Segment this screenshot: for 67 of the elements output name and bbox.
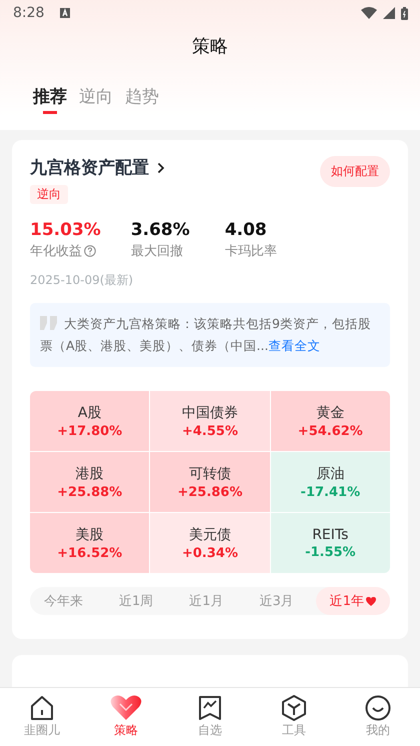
metric-label: 年化收益 — [30, 243, 82, 260]
help-icon[interactable] — [84, 245, 96, 257]
asset-change: +0.34% — [182, 546, 238, 560]
nav-item[interactable]: 自选 — [175, 695, 245, 739]
asset-cell[interactable]: 黄金 +54.62% — [270, 391, 390, 451]
smiley-icon — [365, 695, 391, 721]
asset-cell[interactable]: 原油 -17.41% — [270, 452, 390, 512]
tab[interactable]: 逆向 — [79, 80, 113, 112]
asset-name: 美元债 — [188, 526, 231, 544]
quote-icon — [40, 316, 58, 330]
strategy-title[interactable]: 九宫格资产配置 — [30, 156, 165, 179]
asset-cell[interactable]: A股 +17.80% — [30, 391, 150, 451]
period-tab[interactable]: 近1年 — [316, 587, 390, 615]
asset-change: +25.86% — [177, 484, 243, 500]
period-tab[interactable]: 近1周 — [104, 587, 168, 615]
home-icon — [29, 695, 55, 721]
how-to-allocate-button[interactable]: 如何配置 — [320, 156, 390, 187]
read-more-link[interactable]: 查看全文 — [268, 338, 320, 353]
wifi-icon — [361, 7, 377, 19]
asset-name: 美股 — [76, 526, 104, 544]
asset-change: +16.52% — [57, 546, 122, 560]
update-date: 2025-10-09(最新) — [30, 272, 134, 289]
metric-value: 15.03% — [30, 220, 101, 240]
period-tab[interactable]: 近3月 — [245, 587, 308, 615]
asset-cell[interactable]: REITs -1.55% — [270, 513, 390, 573]
asset-name: 原油 — [316, 464, 344, 482]
asset-change: +54.62% — [298, 424, 363, 438]
nav-item[interactable]: 我的 — [343, 695, 413, 739]
metric-label: 卡玛比率 — [224, 243, 277, 260]
metric-label: 最大回撤 — [130, 243, 183, 260]
asset-change: +17.80% — [57, 424, 122, 438]
chart-icon — [198, 695, 222, 721]
page-title: 策略 — [191, 35, 229, 58]
asset-change: +25.88% — [57, 484, 122, 500]
description-text: 大类资产九宫格策略：该策略共包括9类资产，包括股票（A股、港股、美股）、债券（中国...查看全文 — [40, 315, 372, 355]
period-tab[interactable]: 近1月 — [175, 587, 238, 615]
chevron-icon — [157, 162, 165, 174]
heart-icon — [110, 695, 142, 721]
cube-icon — [282, 695, 306, 721]
status-time: 8:28 — [13, 5, 44, 21]
heart-icon — [366, 596, 376, 606]
asset-name: REITs — [312, 526, 348, 542]
metric-value: 4.08 — [224, 220, 268, 240]
asset-cell[interactable]: 美元债 +0.34% — [150, 513, 270, 573]
notification-icon — [60, 8, 70, 18]
nav-item[interactable]: 韭圈儿 — [7, 695, 77, 739]
asset-name: 港股 — [76, 464, 104, 482]
asset-change: +4.55% — [182, 424, 238, 438]
asset-name: 中国债券 — [182, 404, 238, 422]
asset-cell[interactable]: 美股 +16.52% — [30, 513, 150, 573]
asset-name: 可转债 — [188, 464, 231, 482]
tab[interactable]: 推荐 — [33, 80, 67, 112]
strategy-tag: 逆向 — [30, 185, 68, 204]
asset-name: 黄金 — [316, 404, 344, 422]
asset-cell[interactable]: 中国债券 +4.55% — [150, 391, 270, 451]
asset-change: -1.55% — [305, 544, 356, 560]
tab[interactable]: 趋势 — [125, 80, 159, 112]
nav-item[interactable]: 策略 — [91, 695, 161, 739]
metric-value: 3.68% — [130, 220, 191, 240]
period-tab[interactable]: 今年来 — [30, 587, 97, 615]
battery-icon — [401, 6, 408, 20]
asset-cell[interactable]: 可转债 +25.86% — [150, 452, 270, 512]
asset-change: -17.41% — [300, 484, 360, 500]
asset-cell[interactable]: 港股 +25.88% — [30, 452, 150, 512]
asset-name: A股 — [78, 404, 102, 422]
signal-icon — [383, 7, 395, 19]
nav-item[interactable]: 工具 — [259, 695, 329, 739]
